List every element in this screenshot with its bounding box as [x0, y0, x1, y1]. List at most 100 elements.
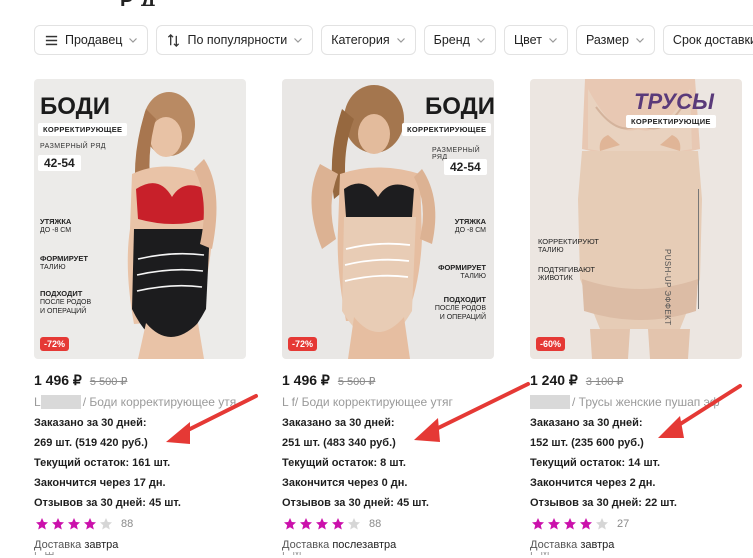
price-row: 1 496 ₽ 5 500 ₽	[34, 372, 127, 389]
discount-badge: -72%	[40, 337, 70, 351]
rating-count: 88	[369, 518, 382, 530]
reviews-value: Отзывов за 30 дней: 45 шт.	[282, 497, 429, 509]
filter-label: Продавец	[65, 33, 123, 47]
ordered-label: Заказано за 30 дней:	[282, 417, 395, 429]
photo-feature: КОРРЕКТИРУЮТ ТАЛИЮ	[538, 237, 599, 254]
product-card[interactable]: БОДИ КОРРЕКТИРУЮЩЕЕ РАЗМЕРНЫЙ РЯД 42-54 …	[34, 79, 246, 558]
price: 1 496 ₽	[34, 372, 82, 388]
ordered-label: Заказано за 30 дней:	[530, 417, 643, 429]
product-card[interactable]: ТРУСЫ КОРРЕКТИРУЮЩИЕ КОРРЕКТИРУЮТ ТАЛИЮ …	[530, 79, 742, 558]
star-icon	[52, 518, 64, 530]
chevron-down-icon	[129, 38, 138, 43]
star-icon	[36, 518, 48, 530]
filter-label: Цвет	[513, 33, 542, 47]
chevron-down-icon	[396, 38, 405, 43]
filter-label: По популярности	[187, 33, 288, 47]
stock-value: Текущий остаток: 14 шт.	[530, 457, 661, 469]
delivery-info: Доставка завтра	[34, 539, 119, 551]
star-icon	[580, 518, 592, 530]
photo-title: БОДИ	[425, 93, 494, 120]
star-icon	[68, 518, 80, 530]
star-icon	[84, 518, 96, 530]
ends-value: Закончится через 0 дн.	[282, 477, 408, 489]
photo-feature: УТЯЖКА ДО -8 СМ	[454, 217, 486, 234]
star-icon	[100, 518, 112, 530]
star-icon	[564, 518, 576, 530]
seller-name[interactable]: L f	[282, 395, 295, 409]
rating: 27	[531, 517, 629, 531]
page-heading: Р Д	[120, 0, 156, 6]
old-price: 5 500 ₽	[337, 376, 376, 388]
ends-value: Закончится через 17 дн.	[34, 477, 166, 489]
seller-redaction	[40, 395, 81, 409]
discount-badge: -60%	[536, 337, 566, 351]
product-photo[interactable]: БОДИ КОРРЕКТИРУЮЩЕЕ РАЗМЕРНЫЙ РЯД 42-54 …	[34, 79, 246, 359]
ordered-value: 269 шт. (519 420 руб.)	[34, 437, 148, 449]
photo-title: ТРУСЫ	[634, 89, 715, 114]
filter-label: Бренд	[433, 33, 470, 47]
ordered-label: Заказано за 30 дней:	[34, 417, 147, 429]
price-row: 1 496 ₽ 5 500 ₽	[282, 372, 375, 389]
photo-size-caption: РАЗМЕРНЫЙ РЯД	[40, 143, 106, 150]
old-price: 5 500 ₽	[89, 376, 128, 388]
reviews-value: Отзывов за 30 дней: 22 шт.	[530, 497, 677, 509]
star-icon	[300, 518, 312, 530]
photo-feature: ПОДХОДИТ ПОСЛЕ РОДОВ И ОПЕРАЦИЙ	[40, 289, 92, 315]
product-photo[interactable]: БОДИ КОРРЕКТИРУЮЩЕЕ РАЗМЕРНЫЙ РЯД 42-54 …	[282, 79, 494, 359]
filter-label: Размер	[585, 33, 629, 47]
price-row: 1 240 ₽ 3 100 ₽	[530, 372, 623, 389]
filter-color[interactable]: Цвет	[503, 25, 568, 55]
star-icon	[284, 518, 296, 530]
old-price: 3 100 ₽	[585, 376, 624, 388]
filter-sort[interactable]: По популярности	[156, 25, 314, 55]
product-photo[interactable]: ТРУСЫ КОРРЕКТИРУЮЩИЕ КОРРЕКТИРУЮТ ТАЛИЮ …	[530, 79, 742, 359]
star-icon	[532, 518, 544, 530]
rating-count: 27	[617, 518, 630, 530]
filter-seller[interactable]: Продавец	[34, 25, 149, 55]
ordered-value: 152 шт. (235 600 руб.)	[530, 437, 644, 449]
reviews-value: Отзывов за 30 дней: 45 шт.	[34, 497, 181, 509]
cut-off-line: Р М	[530, 552, 550, 558]
photo-feature: ПОДХОДИТ ПОСЛЕ РОДОВ И ОПЕРАЦИЙ	[434, 295, 486, 321]
delivery-info: Доставка завтра	[530, 539, 615, 551]
filter-brand[interactable]: Бренд	[423, 25, 496, 55]
seller-redaction	[530, 395, 570, 409]
photo-vertical-text: PUSH-UP ЭФФЕКТ	[663, 249, 672, 326]
photo-strip: КОРРЕКТИРУЮЩЕЕ	[402, 123, 492, 136]
photo-size-range: 42-54	[444, 159, 487, 175]
cut-off-line: Р М	[282, 552, 302, 558]
chevron-down-icon	[477, 38, 485, 43]
chevron-down-icon	[549, 38, 557, 43]
rating-count: 88	[121, 518, 134, 530]
annotation-arrow	[414, 382, 530, 442]
filter-category[interactable]: Категория	[321, 25, 416, 55]
star-icon	[348, 518, 360, 530]
photo-strip: КОРРЕКТИРУЮЩИЕ	[626, 115, 716, 128]
chevron-down-icon	[635, 38, 644, 43]
product-card[interactable]: БОДИ КОРРЕКТИРУЮЩЕЕ РАЗМЕРНЫЙ РЯД 42-54 …	[282, 79, 494, 558]
price: 1 240 ₽	[530, 372, 578, 388]
delivery-info: Доставка послезавтра	[282, 539, 397, 551]
filter-delivery-time[interactable]: Срок доставки	[662, 25, 753, 55]
photo-feature: ФОРМИРУЕТ ТАЛИЮ	[40, 254, 88, 271]
ends-value: Закончится через 2 дн.	[530, 477, 656, 489]
filter-label: Срок доставки	[672, 33, 753, 47]
stock-value: Текущий остаток: 161 шт.	[34, 457, 171, 469]
page-heading-cut: Р Д	[0, 0, 753, 6]
photo-size-range: 42-54	[38, 155, 81, 171]
chevron-down-icon	[294, 38, 303, 43]
annotation-arrow	[166, 394, 258, 444]
photo-feature: ПОДТЯГИВАЮТ ЖИВОТИК	[538, 265, 595, 282]
filter-size[interactable]: Размер	[575, 25, 655, 55]
filter-label: Категория	[331, 33, 390, 47]
photo-feature: УТЯЖКА ДО -8 СМ	[40, 217, 72, 234]
rating: 88	[35, 517, 133, 531]
star-icon	[316, 518, 328, 530]
seller-name[interactable]: L	[34, 395, 41, 409]
star-icon	[596, 518, 608, 530]
sort-icon	[168, 33, 180, 47]
ordered-value: 251 шт. (483 340 руб.)	[282, 437, 396, 449]
photo-strip: КОРРЕКТИРУЮЩЕЕ	[38, 123, 128, 136]
menu-icon	[45, 35, 58, 45]
price: 1 496 ₽	[282, 372, 330, 388]
